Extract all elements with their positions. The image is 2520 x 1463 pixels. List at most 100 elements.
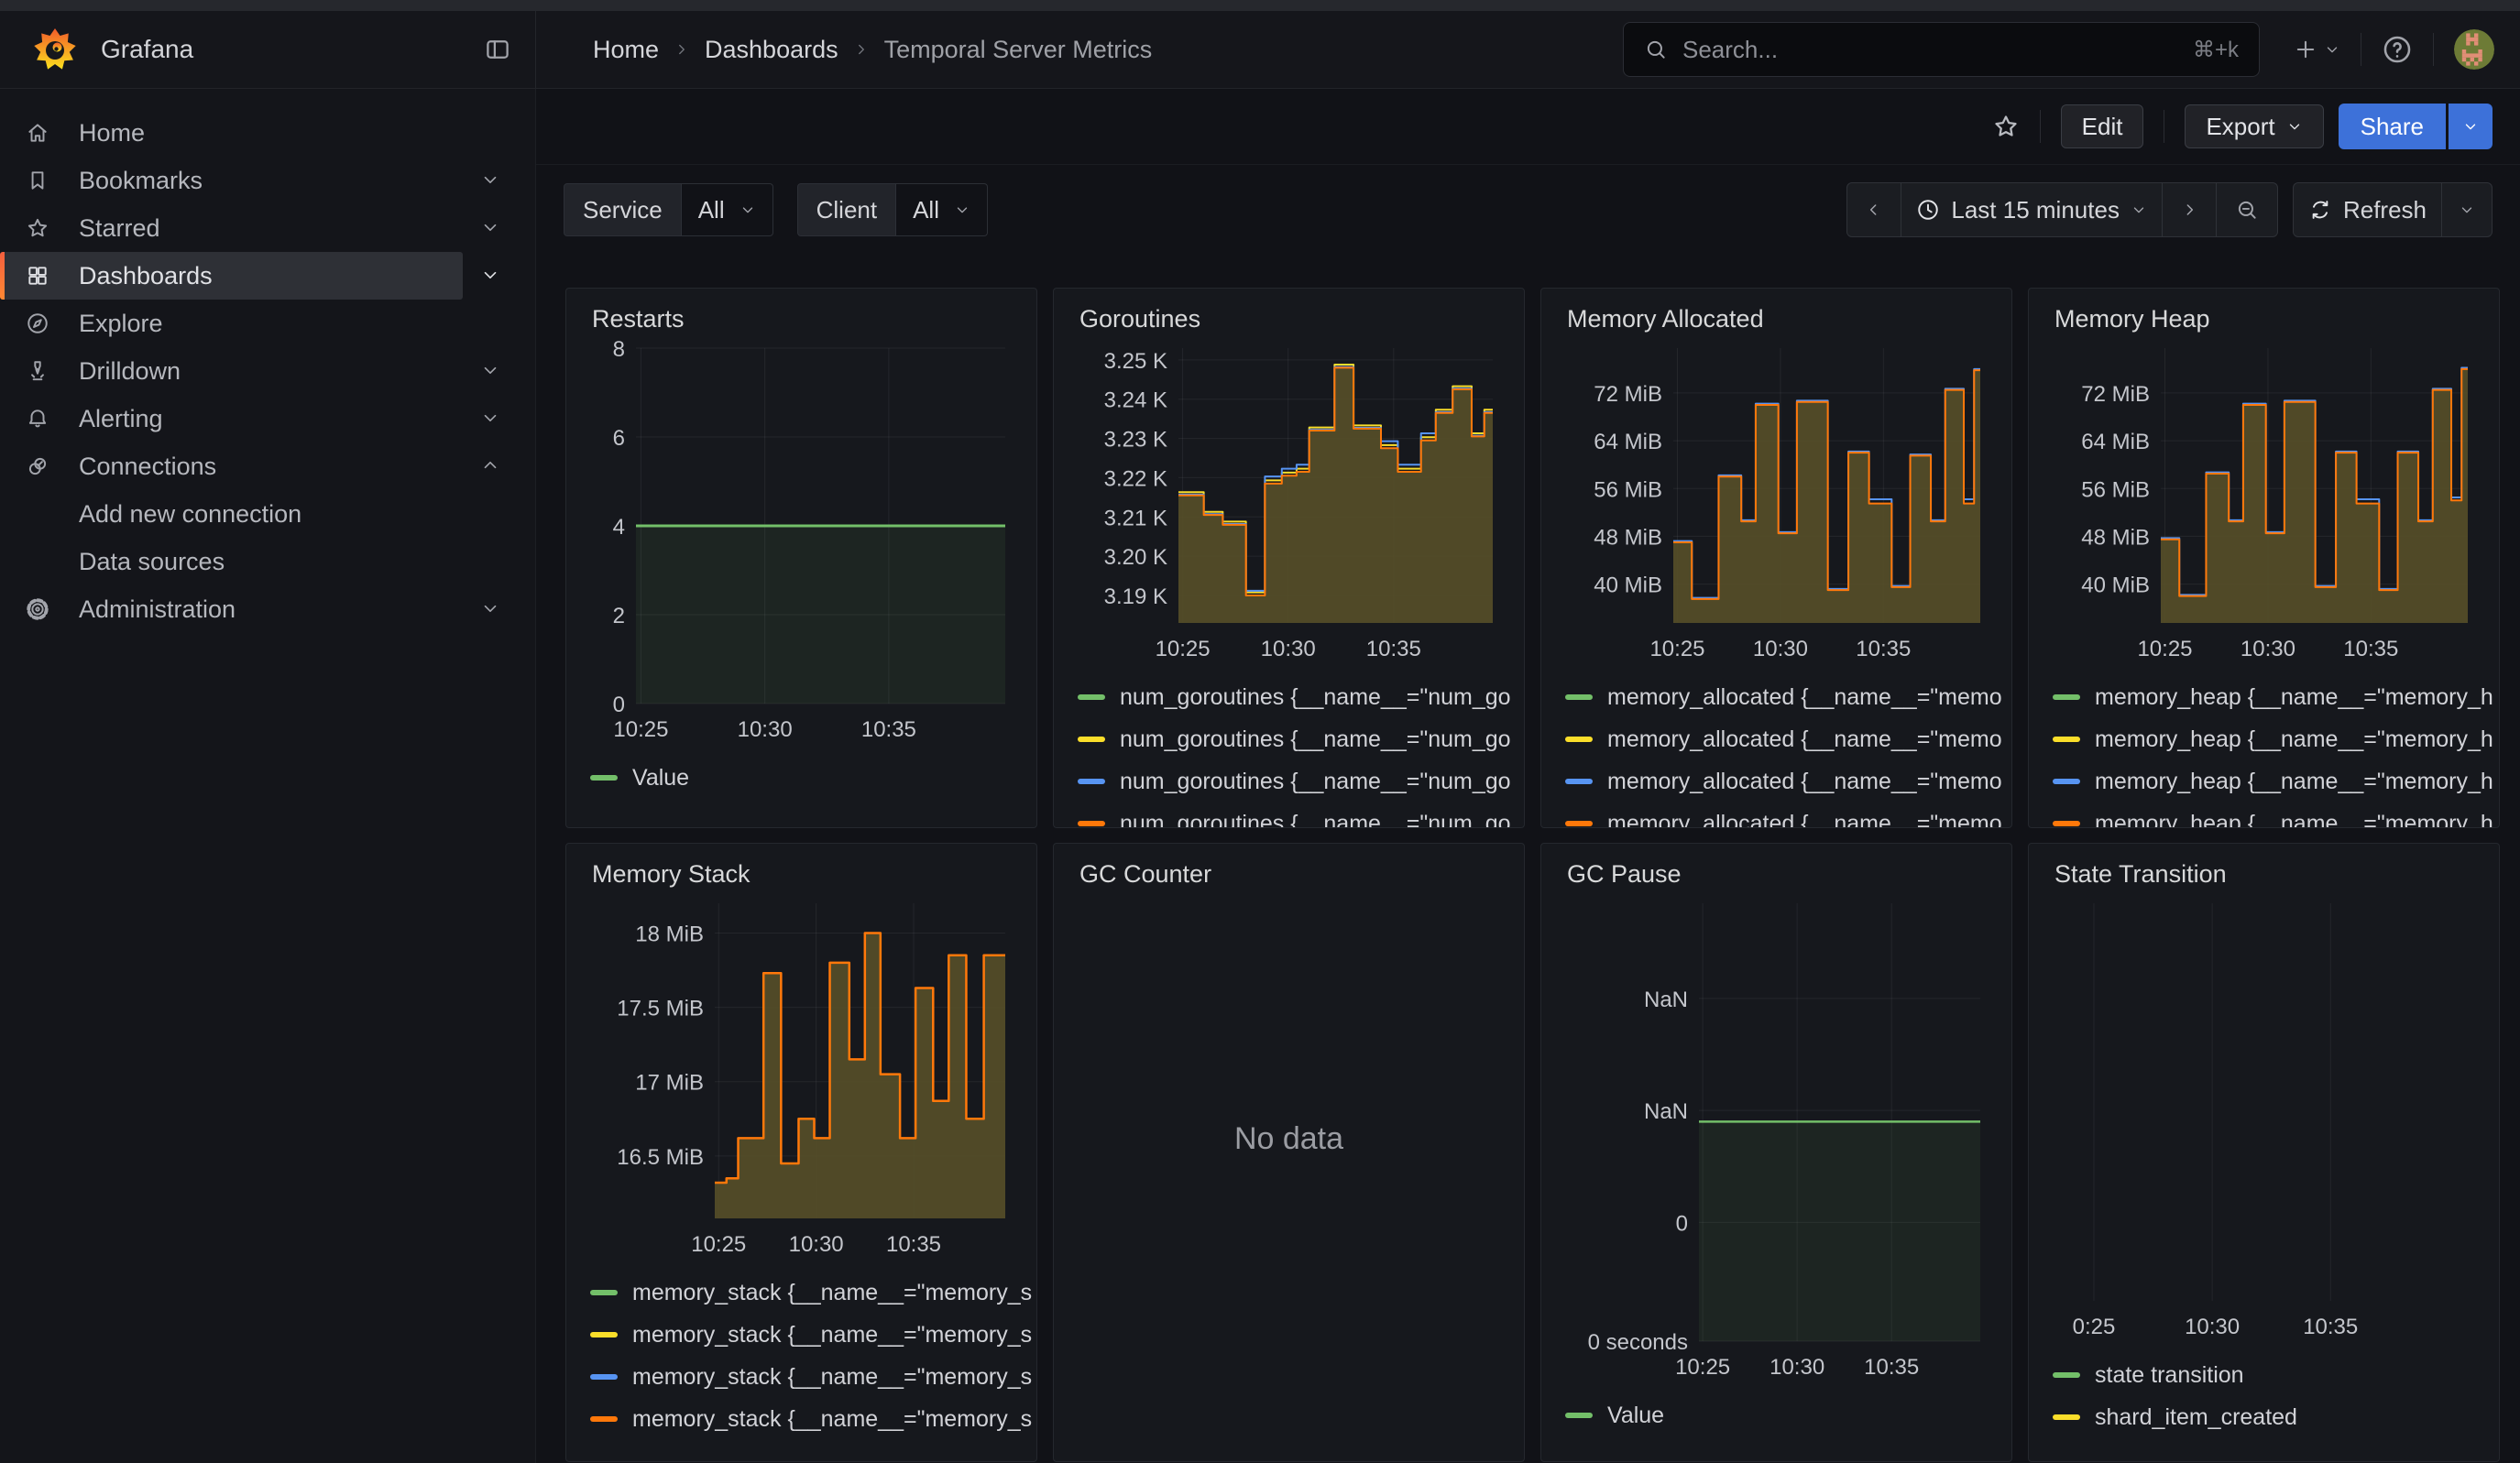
help-button[interactable] [2382,34,2413,65]
dock-sidebar-icon[interactable] [484,36,511,63]
add-button[interactable] [2293,37,2340,62]
legend-item[interactable]: memory_stack {__name__="memory_s [590,1356,1013,1398]
export-button[interactable]: Export [2185,104,2323,148]
memory-allocated-chart[interactable]: 40 MiB48 MiB56 MiB64 MiB72 MiB10:2510:30… [1565,341,1988,663]
sidebar-item-add-new-connection[interactable]: Add new connection [0,490,463,538]
search-input[interactable]: Search... ⌘+k [1623,22,2260,77]
refresh-button[interactable]: Refresh [2294,183,2441,236]
dashboard-content: Edit Export Share Service All [536,89,2520,1463]
sidebar-item-data-sources[interactable]: Data sources [0,538,463,585]
panel-title[interactable]: GC Counter [1079,860,1500,889]
divider [2433,33,2434,66]
legend-item[interactable]: memory_heap {__name__="memory_h [2053,760,2475,802]
legend-item[interactable]: memory_stack {__name__="memory_s [590,1398,1013,1440]
legend-item[interactable]: num_goroutines {__name__="num_go [1078,802,1500,828]
user-avatar[interactable] [2454,29,2494,70]
breadcrumb-home[interactable]: Home [593,36,659,64]
panel-title[interactable]: Restarts [592,305,1013,333]
sidebar-item-alerting[interactable]: Alerting [0,395,463,442]
chevron-down-icon[interactable] [480,598,500,618]
panel-title[interactable]: Memory Allocated [1567,305,1988,333]
panel-title[interactable]: Memory Stack [592,860,1013,889]
state-transition-chart[interactable]: 0:2510:3010:35 [2053,896,2475,1341]
legend-item[interactable]: memory_allocated {__name__="memo [1565,718,1988,760]
sidebar-item-administration[interactable]: Administration [0,585,463,633]
panel-memory-heap: Memory Heap 40 MiB48 MiB56 MiB64 MiB72 M… [2028,288,2500,828]
svg-text:10:35: 10:35 [1856,637,1911,661]
sidebar-item-bookmarks[interactable]: Bookmarks [0,157,463,204]
panel-gc-counter: GC Counter No data [1053,843,1525,1462]
legend-item[interactable]: Value [590,757,1013,799]
share-menu-button[interactable] [2449,104,2493,149]
favorite-star-icon[interactable] [1992,113,2020,140]
gc-pause-chart[interactable]: NaNNaN00 seconds10:2510:3010:35 [1565,896,1988,1381]
legend-item[interactable]: memory_stack {__name__="memory_s [590,1314,1013,1356]
service-variable: Service All [564,183,773,236]
sidebar-item-starred[interactable]: Starred [0,204,463,252]
legend-color-dash [590,775,618,781]
star-icon [26,216,49,240]
sidebar-item-dashboards[interactable]: Dashboards [0,252,463,300]
grafana-logo-icon[interactable] [31,26,79,73]
chevron-up-icon[interactable] [480,455,500,475]
service-variable-value[interactable]: All [682,183,773,236]
sidebar-item-drilldown[interactable]: Drilldown [0,347,463,395]
legend-label: memory_stack {__name__="memory_s [632,1322,1032,1348]
time-range-picker[interactable]: Last 15 minutes [1901,183,2162,236]
chevron-down-icon[interactable] [480,360,500,380]
legend-color-dash [1078,737,1105,742]
legend-item[interactable]: memory_allocated {__name__="memo [1565,676,1988,718]
goroutines-chart[interactable]: 3.19 K3.20 K3.21 K3.22 K3.23 K3.24 K3.25… [1078,341,1500,663]
legend-item[interactable]: num_goroutines {__name__="num_go [1078,676,1500,718]
breadcrumb-dashboards[interactable]: Dashboards [705,36,838,64]
chevron-down-icon[interactable] [480,217,500,237]
legend-item[interactable]: shard_item_created [2053,1396,2475,1438]
chevron-down-icon[interactable] [480,169,500,190]
sidebar-item-explore[interactable]: Explore [0,300,463,347]
svg-text:10:30: 10:30 [2185,1315,2240,1339]
refresh-label: Refresh [2343,196,2427,224]
svg-text:10:25: 10:25 [2137,637,2192,661]
panel-title[interactable]: Memory Heap [2054,305,2475,333]
memory-stack-chart[interactable]: 16.5 MiB17 MiB17.5 MiB18 MiB10:2510:3010… [590,896,1013,1259]
panel-title[interactable]: GC Pause [1567,860,1988,889]
legend-item[interactable]: memory_stack {__name__="memory_s [590,1272,1013,1314]
sidebar-item-home[interactable]: Home [0,109,463,157]
legend-item[interactable]: memory_heap {__name__="memory_h [2053,718,2475,760]
memory-heap-chart[interactable]: 40 MiB48 MiB56 MiB64 MiB72 MiB10:2510:30… [2053,341,2475,663]
legend-item[interactable]: memory_heap {__name__="memory_h [2053,802,2475,828]
time-shift-back-button[interactable] [1847,183,1901,236]
brand-label[interactable]: Grafana [101,35,193,64]
edit-button[interactable]: Edit [2061,104,2144,148]
legend-label: num_goroutines {__name__="num_go [1120,684,1511,711]
panel-title[interactable]: State Transition [2054,860,2475,889]
svg-text:10:30: 10:30 [789,1232,844,1257]
svg-text:10:25: 10:25 [1649,637,1704,661]
zoom-out-button[interactable] [2216,183,2277,236]
time-shift-forward-button[interactable] [2162,183,2216,236]
refresh-interval-button[interactable] [2441,183,2492,236]
legend-item[interactable]: memory_heap {__name__="memory_h [2053,676,2475,718]
chevron-left-icon [1865,201,1883,219]
legend-item[interactable]: num_goroutines {__name__="num_go [1078,760,1500,802]
legend-item[interactable]: memory_allocated {__name__="memo [1565,760,1988,802]
chevron-down-icon [2459,202,2475,218]
legend-item[interactable]: state transition [2053,1354,2475,1396]
client-value-text: All [913,196,939,224]
svg-text:3.21 K: 3.21 K [1104,506,1167,530]
search-shortcut: ⌘+k [2193,37,2239,63]
client-variable-value[interactable]: All [896,183,988,236]
legend-color-dash [1565,821,1593,826]
chevron-down-icon[interactable] [480,408,500,428]
legend-color-dash [590,1290,618,1295]
restarts-chart[interactable]: 0246810:2510:3010:35 [590,341,1013,744]
legend-item[interactable]: num_goroutines {__name__="num_go [1078,718,1500,760]
legend-item[interactable]: Value [1565,1394,1988,1436]
chevron-down-icon[interactable] [480,265,500,285]
share-button[interactable]: Share [2339,104,2446,149]
panel-title[interactable]: Goroutines [1079,305,1500,333]
svg-text:72 MiB: 72 MiB [1594,382,1662,407]
chevron-right-icon [674,41,690,58]
sidebar-item-connections[interactable]: Connections [0,442,463,490]
legend-item[interactable]: memory_allocated {__name__="memo [1565,802,1988,828]
